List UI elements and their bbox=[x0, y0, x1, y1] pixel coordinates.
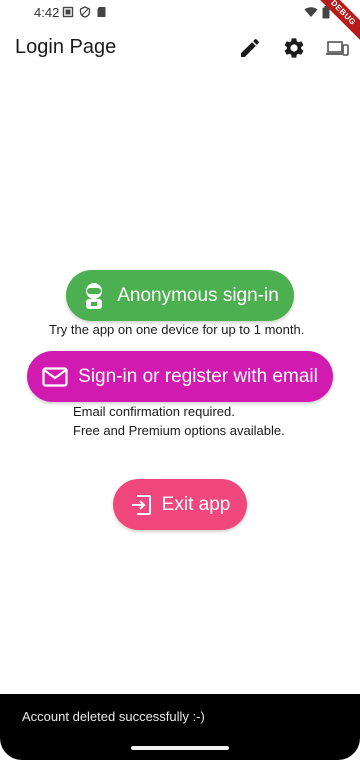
exit-app-button[interactable]: Exit app bbox=[113, 479, 247, 530]
status-bar: 4:42 DEBUG bbox=[0, 0, 360, 46]
exit-icon bbox=[131, 494, 151, 515]
anonymous-caption: Try the app on one device for up to 1 mo… bbox=[49, 322, 305, 337]
wifi-icon bbox=[304, 7, 318, 17]
mail-icon bbox=[42, 366, 68, 387]
email-signin-button[interactable]: Sign-in or register with email bbox=[27, 351, 333, 402]
edit-button[interactable] bbox=[238, 36, 262, 60]
screenshot-icon bbox=[62, 6, 74, 18]
shield-icon bbox=[79, 6, 91, 18]
status-icons-right bbox=[304, 6, 330, 19]
snackbar-message: Account deleted successfully :-) bbox=[22, 709, 205, 724]
home-indicator[interactable] bbox=[131, 746, 229, 750]
gear-icon bbox=[284, 38, 304, 58]
page-title: Login Page bbox=[15, 36, 117, 58]
status-time: 4:42 bbox=[34, 5, 60, 20]
anonymous-signin-label: Anonymous sign-in bbox=[117, 284, 279, 306]
pencil-icon bbox=[241, 38, 260, 57]
anonymous-signin-button[interactable]: Anonymous sign-in bbox=[66, 270, 294, 321]
snackbar: Account deleted successfully :-) bbox=[0, 694, 360, 760]
exit-app-label: Exit app bbox=[161, 493, 231, 515]
email-signin-label: Sign-in or register with email bbox=[78, 365, 318, 387]
robot-icon bbox=[86, 282, 103, 309]
sd-card-icon bbox=[97, 7, 106, 17]
email-caption-line2: Free and Premium options available. bbox=[73, 423, 285, 438]
email-caption-line1: Email confirmation required. bbox=[73, 404, 235, 419]
devices-button[interactable] bbox=[325, 36, 349, 60]
devices-icon bbox=[326, 41, 349, 56]
settings-button[interactable] bbox=[282, 36, 306, 60]
app-bar: Login Page bbox=[0, 26, 360, 70]
status-icons-left bbox=[62, 6, 107, 18]
